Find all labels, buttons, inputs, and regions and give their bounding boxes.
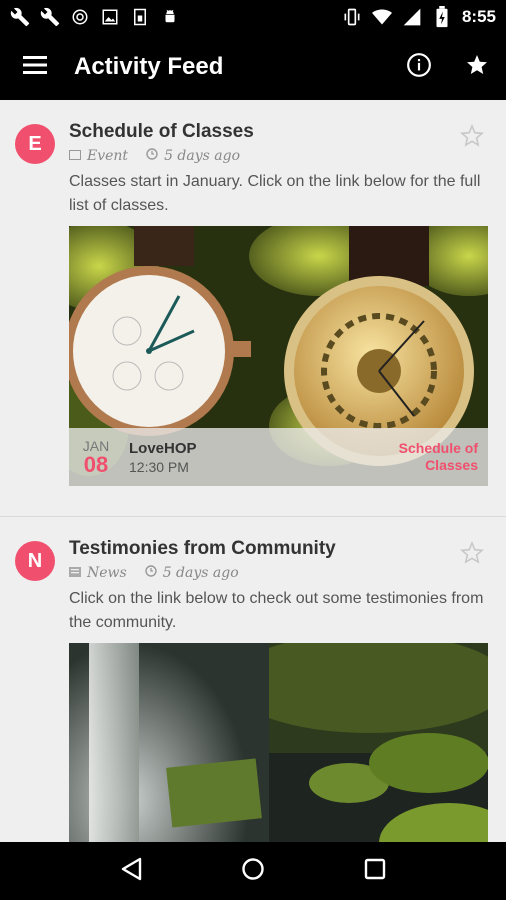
- favorite-star-button[interactable]: [460, 123, 484, 148]
- hamburger-menu-icon: [23, 55, 47, 80]
- event-venue: LoveHOP 12:30 PM: [129, 440, 197, 475]
- card-body: Schedule of Classes Event 5 days ago Cla…: [69, 120, 488, 486]
- event-day: 08: [83, 451, 109, 477]
- system-status: 8:55: [342, 6, 496, 28]
- star-icon: [465, 53, 489, 82]
- page-title: Activity Feed: [74, 53, 224, 80]
- post-age: 5 days ago: [146, 148, 240, 164]
- avatar: N: [15, 541, 55, 581]
- post-type: News: [69, 565, 127, 581]
- app-bar: Activity Feed: [0, 34, 506, 100]
- sim-card-icon: [130, 7, 150, 27]
- card-title[interactable]: Schedule of Classes: [69, 120, 488, 144]
- card-meta: Event 5 days ago: [69, 148, 488, 164]
- tag-icon: [69, 148, 81, 164]
- post-type: Event: [69, 148, 128, 164]
- card-description: Click on the link below to check out som…: [69, 590, 484, 631]
- favorites-button[interactable]: [448, 34, 506, 100]
- wrench-icon-2: [40, 7, 60, 27]
- activity-feed[interactable]: E Schedule of Classes Event 5 days ago C…: [0, 100, 506, 842]
- post-type-label: Event: [87, 148, 129, 164]
- news-image[interactable]: [69, 643, 488, 842]
- venue-name: LoveHOP: [129, 439, 197, 457]
- card-description: Classes start in January. Click on the l…: [69, 173, 481, 214]
- wifi-icon: [371, 7, 392, 27]
- event-date: JAN 08: [79, 438, 113, 477]
- waterfall-photo: [69, 643, 488, 842]
- status-time: 8:55: [461, 7, 496, 26]
- wrench-icon: [10, 7, 30, 27]
- favorite-star-button[interactable]: [460, 540, 484, 565]
- info-button[interactable]: [390, 34, 448, 100]
- back-button[interactable]: [107, 847, 155, 895]
- post-type-label: News: [87, 565, 127, 581]
- event-time: 12:30 PM: [129, 458, 189, 475]
- signal-icon: [402, 7, 422, 27]
- card-meta: News 5 days ago: [69, 565, 488, 581]
- post-age-label: 5 days ago: [164, 148, 241, 164]
- vibrate-icon: [342, 7, 362, 27]
- image-icon: [100, 7, 120, 27]
- event-image[interactable]: JAN 08 LoveHOP 12:30 PM Schedule of Clas…: [69, 226, 488, 486]
- recents-square-icon: [364, 858, 386, 885]
- post-age: 5 days ago: [145, 565, 239, 581]
- info-icon: [406, 52, 432, 83]
- event-link[interactable]: Schedule of Classes: [388, 440, 478, 474]
- home-button[interactable]: [229, 847, 277, 895]
- star-outline-icon: [460, 540, 484, 569]
- feed-card[interactable]: E Schedule of Classes Event 5 days ago C…: [0, 100, 506, 517]
- status-bar: 8:55: [0, 0, 506, 34]
- android-icon: [160, 7, 180, 27]
- post-age-label: 5 days ago: [162, 565, 239, 581]
- navigation-bar: [0, 842, 506, 900]
- card-title[interactable]: Testimonies from Community: [69, 537, 488, 561]
- clock-icon: [145, 565, 157, 581]
- battery-icon: [432, 6, 452, 28]
- event-overlay: JAN 08 LoveHOP 12:30 PM Schedule of Clas…: [69, 428, 488, 486]
- copyright-icon: [70, 7, 90, 27]
- menu-button[interactable]: [0, 34, 70, 100]
- notification-icons: [10, 7, 180, 27]
- clock-icon: [146, 148, 158, 164]
- home-circle-icon: [241, 857, 265, 886]
- recents-button[interactable]: [351, 847, 399, 895]
- feed-card[interactable]: N Testimonies from Community News 5 days…: [0, 517, 506, 842]
- card-body: Testimonies from Community News 5 days a…: [69, 537, 488, 842]
- back-triangle-icon: [120, 857, 142, 886]
- star-outline-icon: [460, 123, 484, 152]
- newspaper-icon: [69, 565, 81, 581]
- avatar: E: [15, 124, 55, 164]
